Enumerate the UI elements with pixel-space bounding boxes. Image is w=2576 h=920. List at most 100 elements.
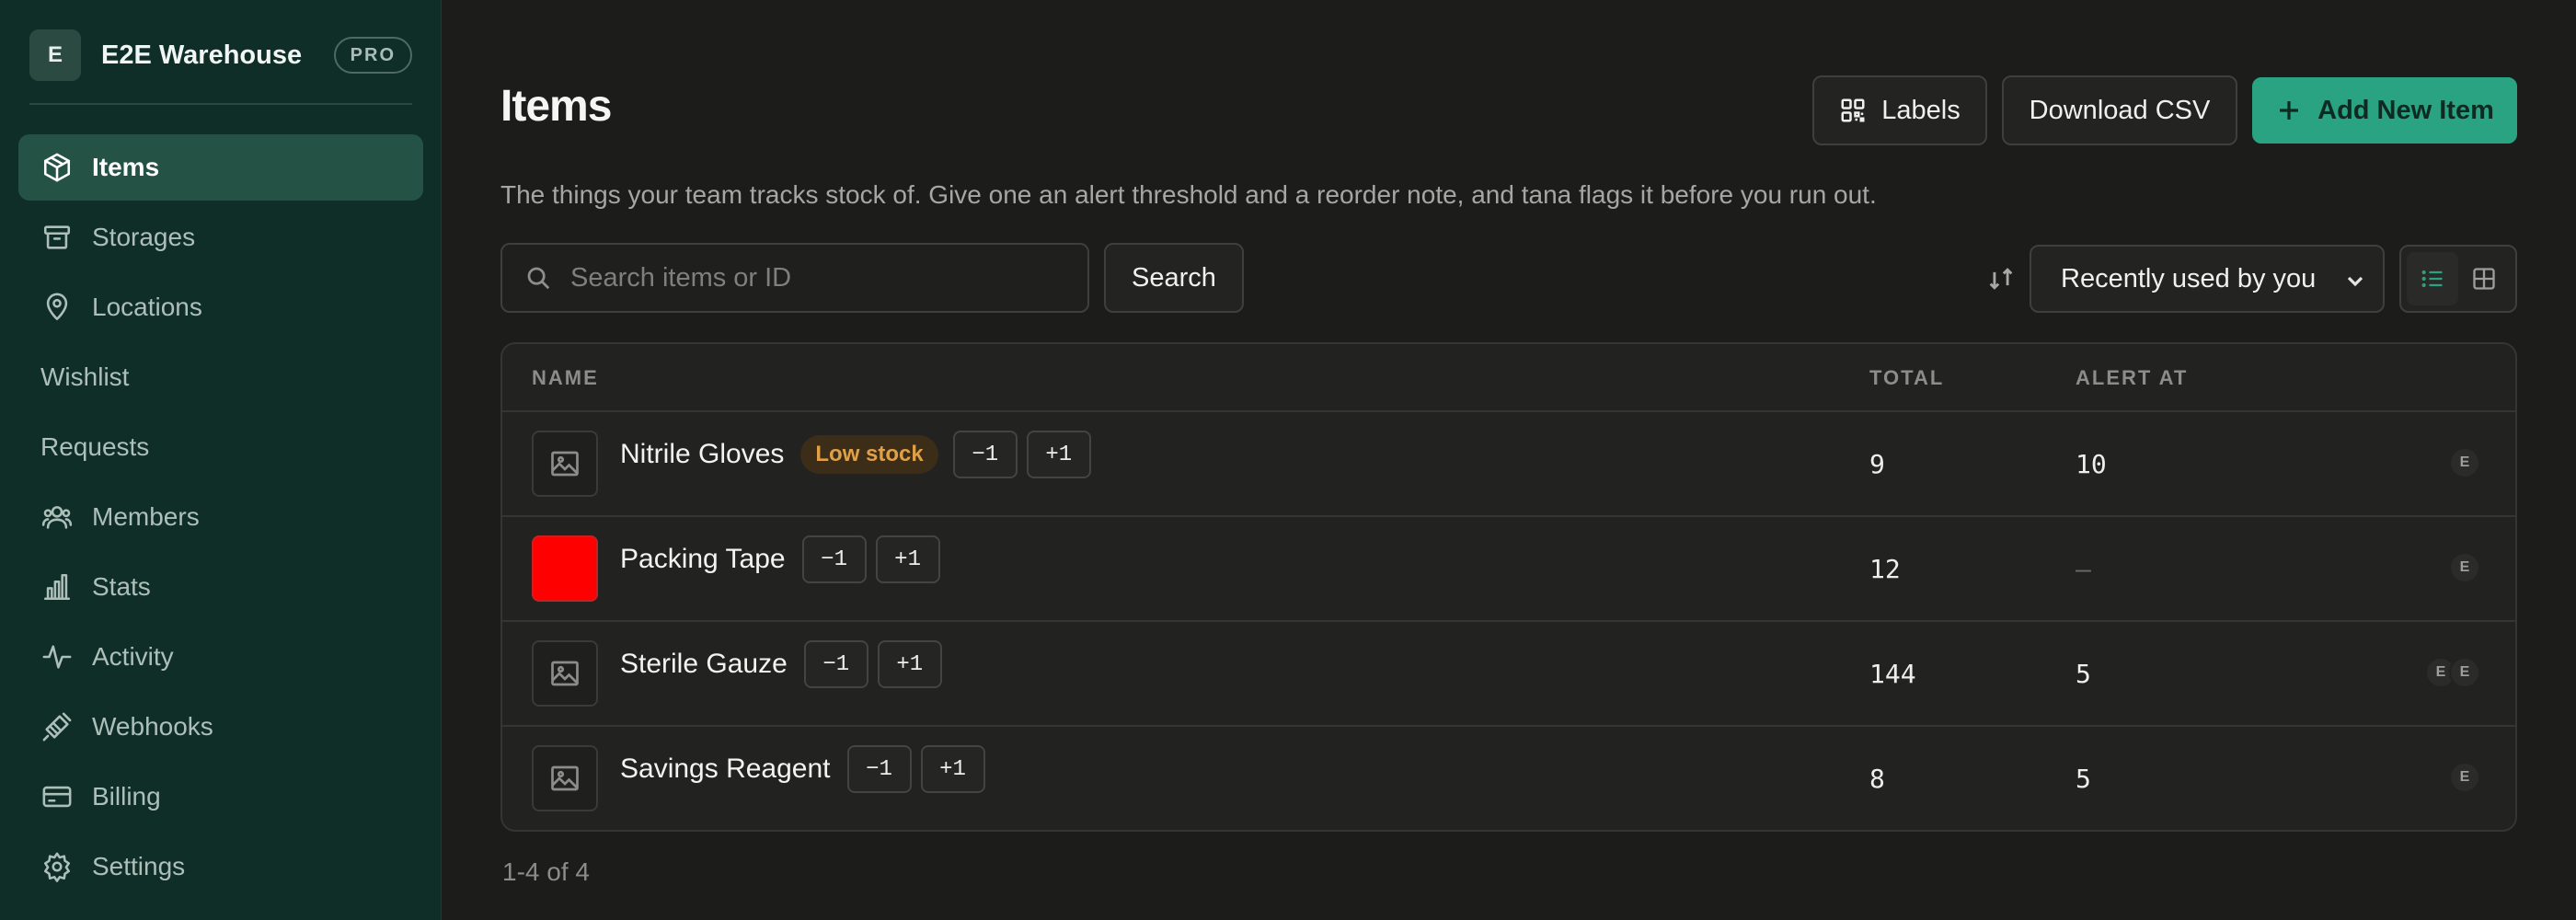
item-thumbnail — [532, 431, 598, 497]
column-header-name[interactable]: NAME — [532, 366, 599, 390]
sidebar-item-activity[interactable]: Activity — [18, 624, 423, 690]
add-new-item-button[interactable]: Add New Item — [2252, 77, 2517, 144]
item-alert-threshold: 5 — [2076, 659, 2091, 689]
low-stock-badge: Low stock — [800, 435, 938, 474]
list-icon — [2421, 270, 2443, 288]
member-avatar: E — [2449, 552, 2480, 583]
search-field[interactable] — [500, 243, 1089, 313]
item-total: 8 — [1869, 764, 1885, 794]
workspace-switcher[interactable]: E E2E Warehouse PRO — [29, 28, 412, 83]
image-placeholder-icon — [551, 661, 579, 686]
workspace-name: E2E Warehouse — [101, 40, 303, 70]
decrement-button[interactable]: −1 — [952, 431, 1018, 478]
increment-button[interactable]: +1 — [920, 745, 985, 793]
sidebar-item-wishlist[interactable]: Wishlist — [18, 344, 423, 410]
sidebar-item-label: Locations — [92, 293, 202, 321]
sidebar-item-settings[interactable]: Settings — [18, 834, 423, 900]
sidebar-item-label: Webhooks — [92, 712, 213, 741]
plan-badge: PRO — [333, 37, 412, 74]
sidebar-item-members[interactable]: Members — [18, 484, 423, 550]
column-header-alert[interactable]: ALERT AT — [2076, 366, 2188, 390]
item-name[interactable]: Nitrile Gloves — [620, 439, 784, 470]
activity-icon — [40, 640, 74, 673]
table-header: NAME TOTAL ALERT AT — [502, 344, 2515, 412]
increment-button[interactable]: +1 — [1026, 431, 1091, 478]
item-total: 12 — [1869, 554, 1901, 584]
search-button-label: Search — [1132, 262, 1216, 293]
item-color-swatch — [532, 535, 598, 602]
chevron-down-icon — [2344, 269, 2366, 291]
decrement-button[interactable]: −1 — [803, 640, 868, 688]
sidebar-item-label: Wishlist — [40, 362, 130, 391]
table-row[interactable]: Packing Tape −1 +1 12 — E — [502, 517, 2515, 622]
item-alert-threshold: 5 — [2076, 764, 2091, 794]
item-name[interactable]: Packing Tape — [620, 544, 786, 575]
sidebar-item-label: Settings — [92, 852, 186, 880]
item-alert-threshold: 10 — [2076, 449, 2107, 479]
items-table: NAME TOTAL ALERT AT Nitrile Gloves Low s… — [500, 342, 2517, 832]
sidebar-item-label: Members — [92, 502, 200, 531]
member-avatar: E — [2449, 447, 2480, 478]
labels-button[interactable]: Labels — [1812, 75, 1987, 145]
item-thumbnail — [532, 640, 598, 707]
credit-card-icon — [40, 780, 74, 813]
grid-view-button[interactable] — [2458, 252, 2510, 305]
gear-icon — [40, 850, 74, 883]
sidebar-item-label: Storages — [92, 223, 196, 251]
plus-icon — [2280, 101, 2299, 120]
package-icon — [40, 151, 74, 184]
sort-select-value: Recently used by you — [2061, 263, 2317, 293]
view-toggle — [2399, 245, 2517, 313]
member-avatar: E — [2449, 657, 2480, 688]
users-icon — [40, 500, 74, 534]
sidebar-item-label: Stats — [92, 572, 151, 601]
table-row[interactable]: Nitrile Gloves Low stock −1 +1 9 10 E — [502, 412, 2515, 517]
increment-button[interactable]: +1 — [877, 640, 942, 688]
grid-icon — [2473, 268, 2495, 290]
item-total: 144 — [1869, 659, 1916, 689]
page-title: Items — [500, 82, 612, 131]
search-input[interactable] — [570, 262, 1067, 293]
decrement-button[interactable]: −1 — [801, 535, 867, 583]
sidebar-item-label: Items — [92, 153, 160, 181]
labels-button-label: Labels — [1881, 95, 1961, 125]
column-header-total[interactable]: TOTAL — [1869, 366, 1944, 390]
sidebar-item-label: Activity — [92, 642, 174, 671]
page-description: The things your team tracks stock of. Gi… — [500, 180, 1877, 209]
map-pin-icon — [40, 291, 74, 324]
item-name[interactable]: Savings Reagent — [620, 753, 831, 785]
pagination-label: 1-4 of 4 — [502, 857, 590, 886]
sidebar-item-storages[interactable]: Storages — [18, 204, 423, 270]
download-csv-button[interactable]: Download CSV — [2002, 75, 2237, 145]
search-icon — [527, 267, 550, 290]
image-placeholder-icon — [551, 451, 579, 477]
sidebar-item-stats[interactable]: Stats — [18, 554, 423, 620]
increment-button[interactable]: +1 — [875, 535, 940, 583]
sidebar-item-requests[interactable]: Requests — [18, 414, 423, 480]
webhook-plug-icon — [40, 710, 74, 743]
sidebar-item-webhooks[interactable]: Webhooks — [18, 694, 423, 760]
sidebar-item-billing[interactable]: Billing — [18, 764, 423, 830]
decrement-button[interactable]: −1 — [846, 745, 912, 793]
list-view-button[interactable] — [2407, 252, 2458, 305]
sort-select[interactable]: Recently used by you — [2030, 245, 2385, 313]
item-alert-threshold: — — [2076, 554, 2091, 584]
sidebar-item-locations[interactable]: Locations — [18, 274, 423, 340]
divider — [29, 103, 412, 105]
member-avatar: E — [2449, 762, 2480, 793]
item-name[interactable]: Sterile Gauze — [620, 649, 788, 680]
workspace-avatar: E — [29, 29, 81, 81]
download-csv-label: Download CSV — [2029, 95, 2211, 125]
qr-code-icon — [1841, 98, 1865, 122]
search-button[interactable]: Search — [1104, 243, 1244, 313]
archive-icon — [40, 221, 74, 254]
sidebar-item-label: Billing — [92, 782, 161, 811]
sidebar: E E2E Warehouse PRO Items Storages Locat… — [0, 0, 442, 920]
table-row[interactable]: Savings Reagent −1 +1 8 5 E — [502, 727, 2515, 830]
sidebar-item-label: Requests — [40, 432, 150, 461]
image-placeholder-icon — [551, 765, 579, 791]
bar-chart-icon — [40, 570, 74, 604]
sort-direction-icon[interactable] — [1985, 263, 2017, 294]
table-row[interactable]: Sterile Gauze −1 +1 144 5 E E — [502, 622, 2515, 727]
sidebar-item-items[interactable]: Items — [18, 134, 423, 201]
